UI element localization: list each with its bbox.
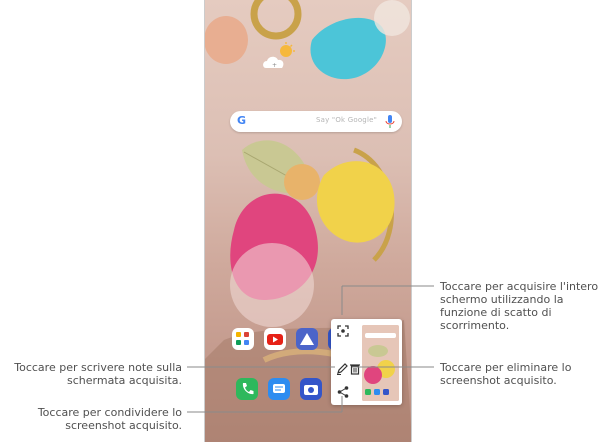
scroll-capture-callout: Toccare per acquisire l'intero schermo u…: [440, 280, 599, 332]
delete-callout: Toccare per eliminare lo screenshot acqu…: [440, 361, 572, 387]
edit-callout: Toccare per scrivere note sulla schermat…: [14, 361, 182, 387]
share-callout: Toccare per condividere lo screenshot ac…: [37, 406, 182, 432]
